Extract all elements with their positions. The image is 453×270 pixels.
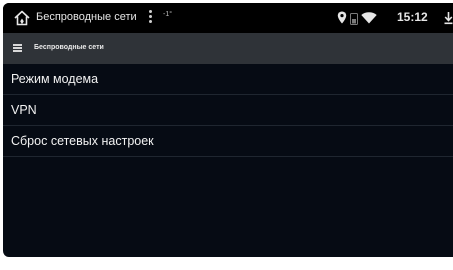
device-screen: Беспроводные сети -1° 15:12 Беспроводные… <box>3 3 453 257</box>
location-icon <box>337 11 347 24</box>
list-item-label: Режим модема <box>11 72 99 86</box>
wifi-icon <box>361 11 377 24</box>
list-item-vpn[interactable]: VPN <box>3 95 453 126</box>
temperature-readout: -1° <box>163 11 173 18</box>
status-bar-title: Беспроводные сети <box>36 11 137 23</box>
download-icon <box>444 11 453 25</box>
status-bar: Беспроводные сети -1° 15:12 <box>3 3 453 33</box>
signal-icon <box>350 12 358 25</box>
home-icon[interactable] <box>13 9 31 27</box>
app-bar: Беспроводные сети <box>3 33 453 64</box>
hamburger-menu-icon[interactable] <box>13 44 22 52</box>
list-item-tethering[interactable]: Режим модема <box>3 64 453 95</box>
list-item-label: Сброс сетевых настроек <box>11 134 154 148</box>
list-item-label: VPN <box>11 103 37 117</box>
settings-list: Режим модема VPN Сброс сетевых настроек <box>3 64 453 157</box>
list-item-network-reset[interactable]: Сброс сетевых настроек <box>3 126 453 157</box>
page-title: Беспроводные сети <box>34 44 104 51</box>
more-vert-icon[interactable] <box>149 8 153 26</box>
clock: 15:12 <box>397 10 428 24</box>
